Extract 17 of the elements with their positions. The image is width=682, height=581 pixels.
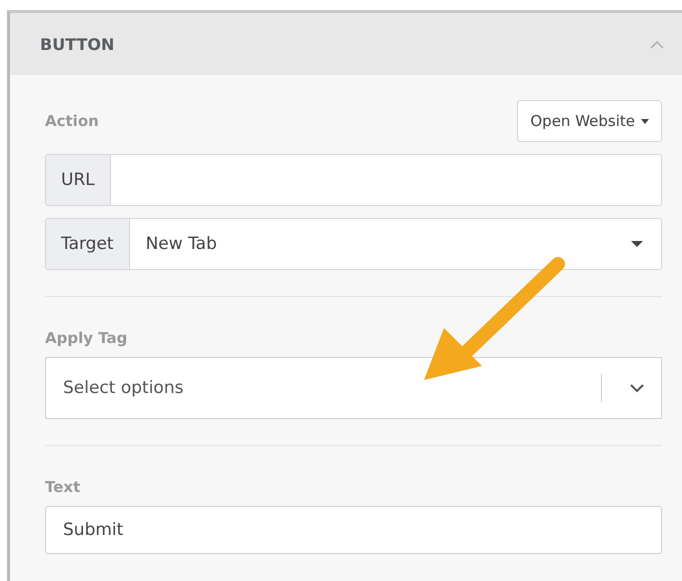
chevron-up-icon[interactable] [650,40,664,48]
target-label: Target [46,219,130,269]
tag-select-field[interactable]: Select options [45,357,662,419]
panel-header[interactable]: BUTTON [10,13,682,75]
caret-icon [641,118,649,124]
text-input-field[interactable]: Submit [45,506,662,554]
url-label: URL [45,154,111,206]
url-input-field[interactable] [110,154,662,206]
caret-icon [631,241,643,247]
target-dropdown[interactable]: Target New Tab [45,218,662,270]
panel-title: BUTTON [40,34,114,54]
action-dropdown[interactable]: Open Website [517,100,662,142]
target-value: New Tab [144,234,218,254]
chevron-down-icon[interactable] [630,384,644,393]
text-label: Text [45,478,82,496]
apply-tag-label: Apply Tag [45,329,128,347]
action-label: Action [45,112,99,130]
